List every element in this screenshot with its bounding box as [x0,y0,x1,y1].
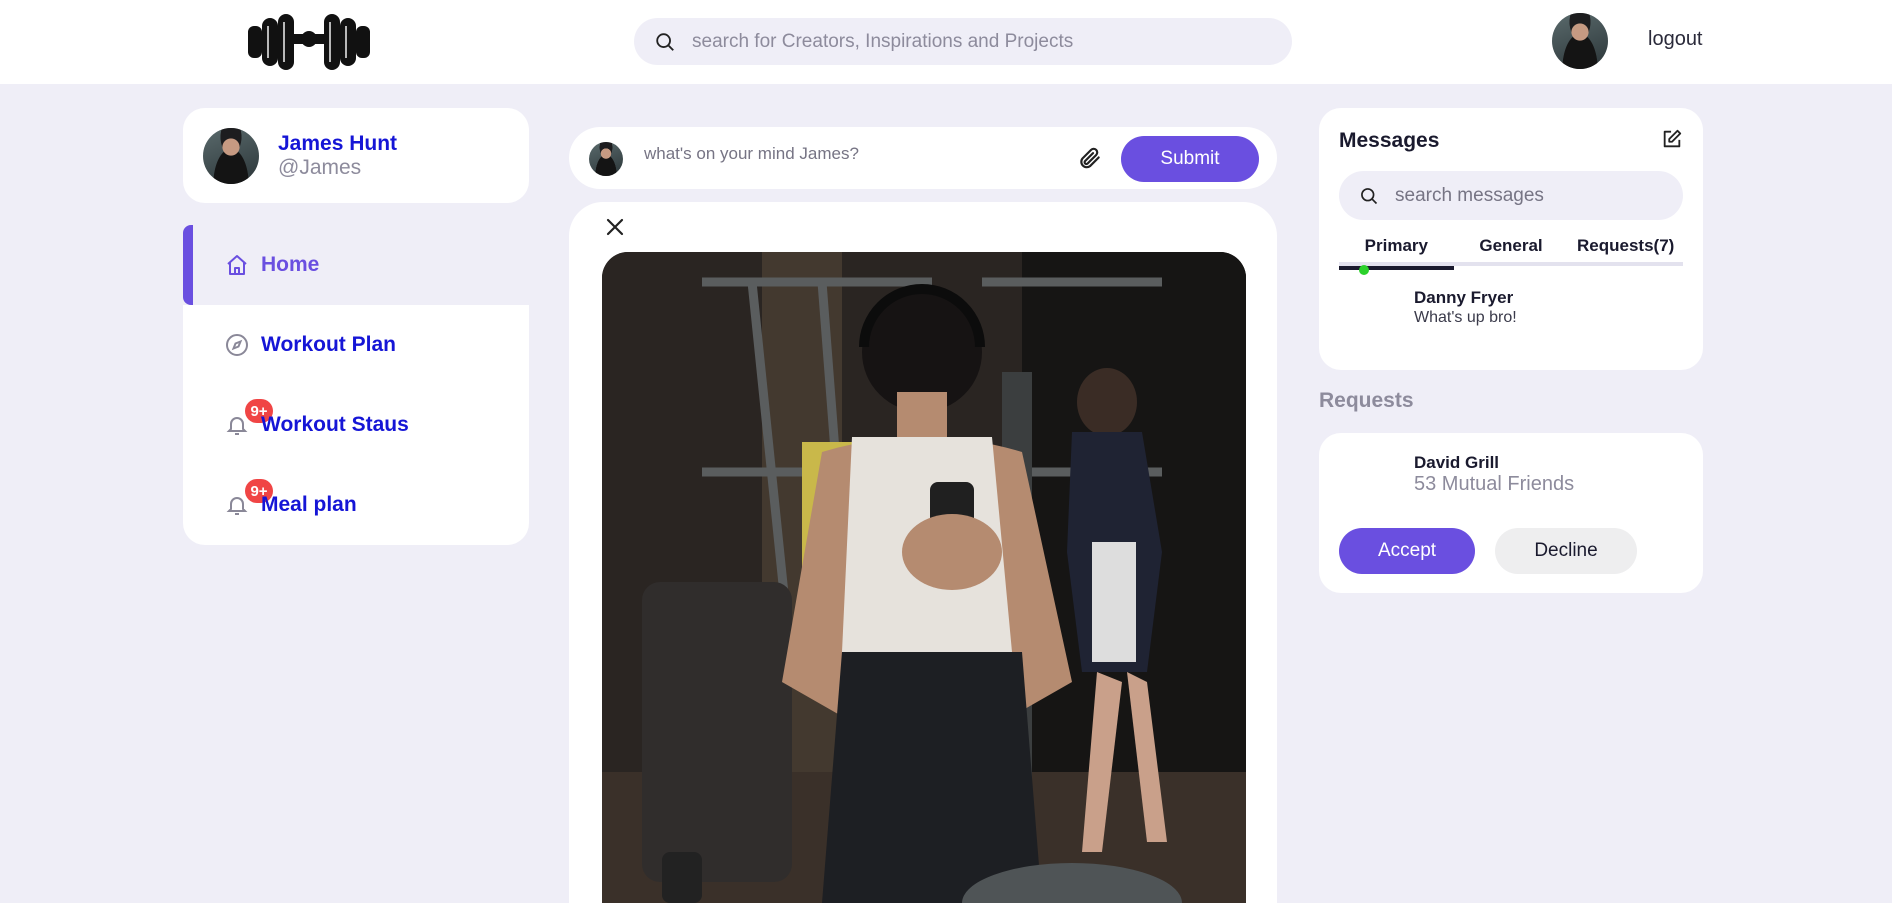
message-preview: What's up bro! [1414,309,1517,326]
edit-icon[interactable] [1661,128,1683,150]
dumbbell-icon[interactable] [244,12,374,72]
global-search-bar[interactable] [634,18,1292,65]
logout-link[interactable]: logout [1648,28,1703,51]
profile-handle: @James [278,156,362,179]
messages-title: Messages [1339,129,1440,152]
messages-tabs: Primary General Requests(7) [1339,236,1683,270]
paperclip-icon[interactable] [1077,145,1103,171]
profile-avatar [203,128,259,184]
messages-search-bar[interactable] [1339,171,1683,220]
top-bar: logout [0,0,1892,84]
sidebar-nav: Home Workout Plan 9+ Workout Staus 9+ Me… [183,225,529,545]
composer-avatar [589,142,623,176]
requests-heading: Requests [1319,389,1414,412]
online-status-indicator [1359,265,1369,275]
home-icon [227,255,247,275]
post-card [569,202,1277,903]
sidebar-item-label: Workout Plan [261,333,396,356]
sidebar-item-workout-status[interactable]: 9+ Workout Staus [183,385,529,465]
user-avatar[interactable] [1552,13,1608,69]
search-icon [1361,187,1378,204]
close-icon[interactable] [603,215,627,239]
mutual-friends: 53 Mutual Friends [1414,473,1575,495]
compass-icon [226,334,248,356]
request-name: David Grill [1414,453,1500,472]
messages-search-input[interactable] [1395,184,1665,207]
tab-primary[interactable]: Primary [1339,236,1454,270]
profile-card[interactable]: James Hunt @James [183,108,529,203]
search-icon [656,32,674,51]
sidebar-item-home[interactable]: Home [183,225,529,305]
sidebar-item-label: Workout Staus [261,413,409,436]
global-search-input[interactable] [692,30,1272,53]
sidebar-item-workout-plan[interactable]: Workout Plan [183,305,529,385]
accept-button[interactable]: Accept [1339,528,1475,574]
post-image [602,252,1246,903]
tab-requests[interactable]: Requests(7) [1568,236,1683,266]
sidebar-item-meal-plan[interactable]: 9+ Meal plan [183,465,529,545]
post-input[interactable] [644,144,1044,164]
tab-general[interactable]: General [1454,236,1569,266]
submit-button[interactable]: Submit [1121,136,1259,182]
profile-name: James Hunt [278,132,398,155]
decline-button[interactable]: Decline [1495,528,1637,574]
post-composer: Submit [569,127,1277,189]
friend-request-card: David Grill 53 Mutual Friends Accept Dec… [1319,433,1703,593]
messages-panel: Messages Primary General Requests(7) Dan… [1319,108,1703,370]
message-item[interactable]: Danny Fryer What's up bro! [1339,288,1683,348]
message-sender: Danny Fryer [1414,288,1514,307]
sidebar-item-label: Home [261,253,320,276]
sidebar-item-label: Meal plan [261,493,357,516]
